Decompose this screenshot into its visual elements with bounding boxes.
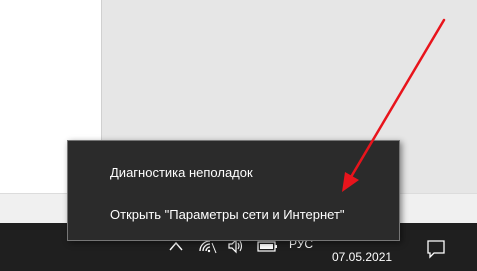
menu-item-open-network-settings[interactable]: Открыть "Параметры сети и Интернет" — [68, 195, 399, 233]
menu-item-troubleshoot[interactable]: Диагностика неполадок — [68, 153, 399, 191]
clock-date[interactable]: 07.05.2021 — [332, 250, 392, 264]
notification-icon[interactable] — [425, 238, 447, 260]
network-context-menu: Диагностика неполадок Открыть "Параметры… — [67, 140, 400, 241]
